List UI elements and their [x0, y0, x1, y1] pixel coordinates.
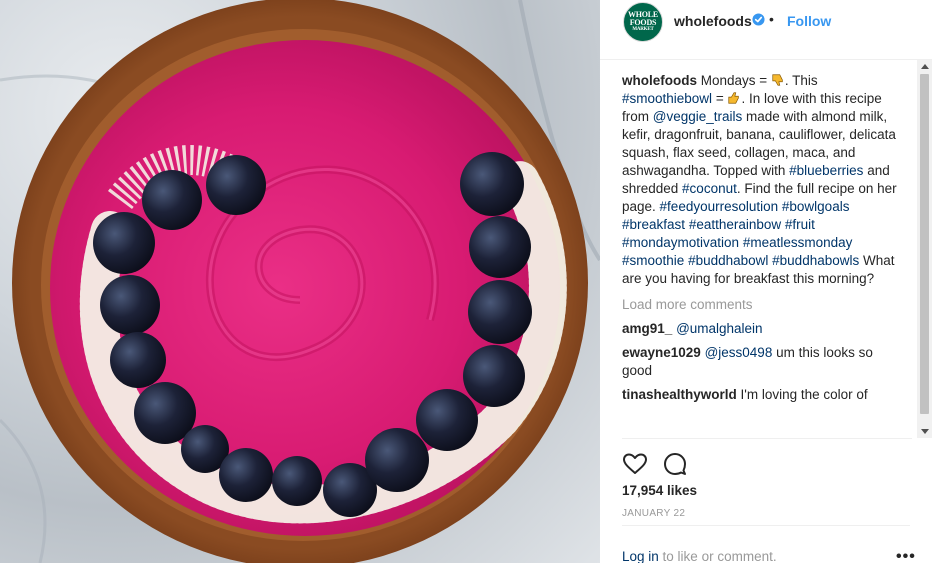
comment-item: amg91_ @umalghalein	[622, 320, 900, 338]
hashtag-link[interactable]: #smoothiebowl	[622, 91, 712, 106]
mention-link[interactable]: @veggie_trails	[653, 109, 743, 124]
avatar-logo-line: MARKET	[632, 27, 654, 32]
hashtag-link[interactable]: #blueberries	[789, 163, 863, 178]
scroll-thumb[interactable]	[920, 74, 929, 414]
separator-dot: •	[769, 11, 774, 27]
comment-text: I'm loving the color of	[736, 387, 868, 402]
login-link[interactable]: Log in	[622, 549, 659, 563]
verified-badge-icon	[752, 13, 765, 26]
action-bar	[622, 438, 912, 475]
avatar[interactable]: WHOLE FOODS MARKET	[623, 2, 663, 42]
hashtag-link[interactable]: #breakfast	[622, 217, 685, 232]
avatar-logo-line: FOODS	[629, 18, 657, 27]
post-details-panel: WHOLE FOODS MARKET wholefoods • Follow w…	[600, 0, 932, 563]
hashtag-link[interactable]: #bowlgoals	[782, 199, 850, 214]
comment-item: tinashealthyworld I'm loving the color o…	[622, 386, 900, 404]
caption-username[interactable]: wholefoods	[622, 73, 697, 88]
hashtag-link[interactable]: #feedyourresolution	[660, 199, 779, 214]
caption-text: =	[712, 91, 728, 106]
thumbs-down-emoji-icon	[772, 74, 783, 86]
hashtag-link[interactable]: #eattherainbow	[689, 217, 781, 232]
post-date[interactable]: JANUARY 22	[622, 508, 685, 519]
post-header: WHOLE FOODS MARKET wholefoods • Follow	[600, 0, 932, 60]
comment-username[interactable]: tinashealthyworld	[622, 387, 737, 402]
thumbs-up-emoji-icon	[728, 92, 740, 104]
scroll-down-arrow-icon[interactable]	[921, 429, 929, 434]
post-caption: wholefoods Mondays = . This #smoothiebow…	[622, 72, 900, 288]
comments-list: wholefoods Mondays = . This #smoothiebow…	[622, 72, 900, 436]
comment-icon[interactable]	[662, 451, 688, 477]
comment-username[interactable]: ewayne1029	[622, 345, 701, 360]
comment-footer: Log in to like or comment. •••	[622, 525, 915, 563]
hashtag-link[interactable]: #fruit	[785, 217, 815, 232]
post-photo[interactable]	[0, 0, 600, 563]
hashtag-link[interactable]: #buddhabowl	[688, 253, 768, 268]
comments-scrollbar[interactable]	[917, 60, 932, 438]
login-prompt-text: to like or comment.	[658, 549, 777, 563]
heart-icon[interactable]	[622, 451, 648, 477]
comment-item: ewayne1029 @jess0498 um this looks so go…	[622, 344, 900, 380]
hashtag-link[interactable]: #meatlessmonday	[743, 235, 853, 250]
smoothie-bowl-image	[0, 0, 600, 563]
comment-username[interactable]: amg91_	[622, 321, 672, 336]
login-prompt: Log in to like or comment.	[622, 549, 777, 563]
more-options-icon[interactable]: •••	[896, 548, 916, 563]
caption-text: . This	[784, 73, 818, 88]
mention-link[interactable]: @jess0498	[705, 345, 773, 360]
hashtag-link[interactable]: #coconut	[682, 181, 737, 196]
hashtag-link[interactable]: #smoothie	[622, 253, 684, 268]
scroll-up-arrow-icon[interactable]	[921, 64, 929, 69]
username-link[interactable]: wholefoods	[674, 13, 752, 29]
load-more-comments-button[interactable]: Load more comments	[622, 296, 900, 314]
mention-link[interactable]: @umalghalein	[676, 321, 763, 336]
caption-text: Mondays =	[697, 73, 771, 88]
hashtag-link[interactable]: #mondaymotivation	[622, 235, 739, 250]
follow-button[interactable]: Follow	[787, 13, 831, 29]
hashtag-link[interactable]: #buddhabowls	[772, 253, 859, 268]
likes-count[interactable]: 17,954 likes	[622, 483, 697, 498]
